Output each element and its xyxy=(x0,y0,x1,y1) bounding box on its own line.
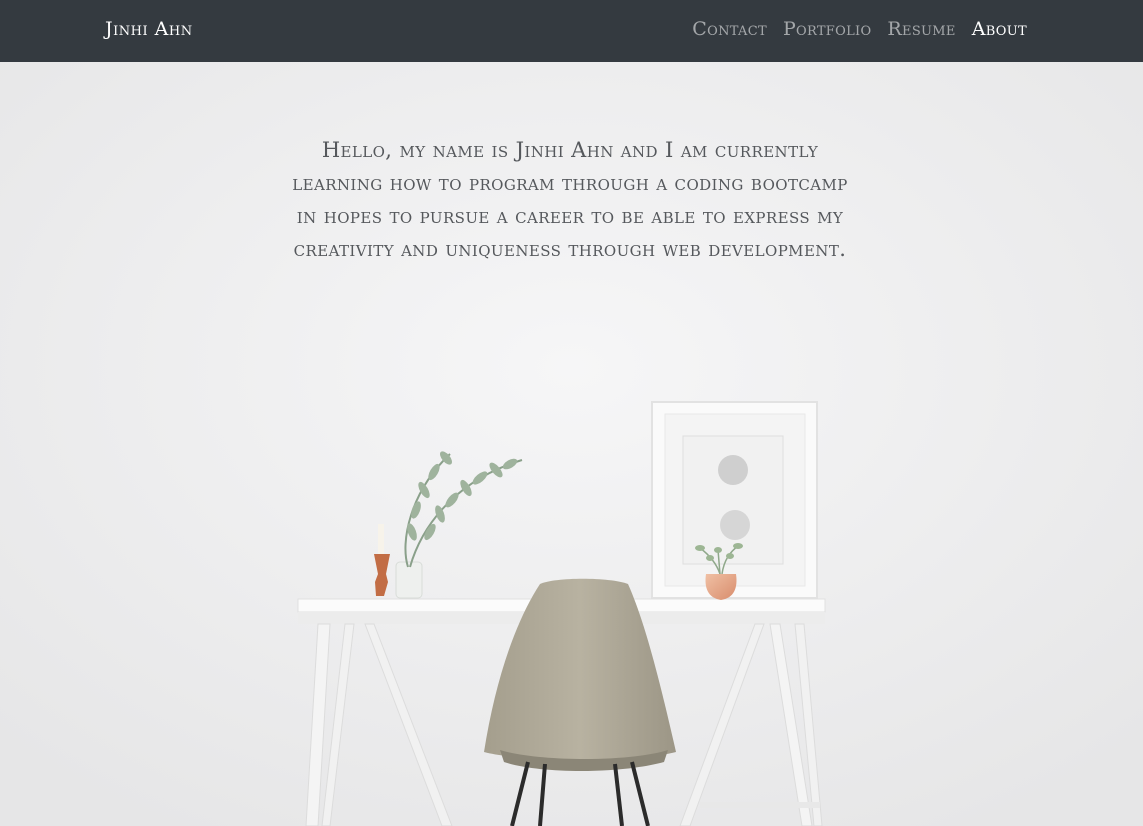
nav-link-contact[interactable]: Contact xyxy=(692,18,767,40)
nav-link-about[interactable]: About xyxy=(972,18,1027,40)
nav-link-resume[interactable]: Resume xyxy=(887,18,955,40)
intro-text: Hello, my name is Jinhi Ahn and I am cur… xyxy=(292,138,848,261)
picture-frame xyxy=(651,401,818,599)
nav-links: Contact Portfolio Resume About xyxy=(692,18,1027,40)
nav-link-portfolio[interactable]: Portfolio xyxy=(783,18,871,40)
page: Jinhi Ahn Contact Portfolio Resume About xyxy=(0,0,1143,826)
navbar: Jinhi Ahn Contact Portfolio Resume About xyxy=(0,0,1143,62)
brand-link[interactable]: Jinhi Ahn xyxy=(105,18,193,40)
hero-section: Hello, my name is Jinhi Ahn and I am cur… xyxy=(0,62,1143,826)
